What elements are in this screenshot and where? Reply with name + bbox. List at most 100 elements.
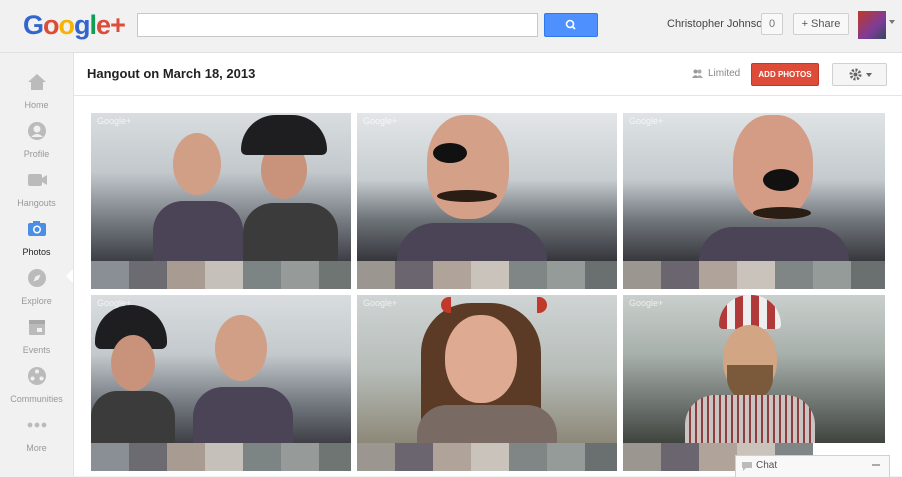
events-icon [28,320,45,335]
thumbnail[interactable] [319,261,351,289]
thumbnail[interactable] [699,443,737,471]
photo-tile[interactable]: Google+ [357,295,617,443]
sidebar-item-explore[interactable]: Explore [0,259,73,307]
sidebar-item-photos[interactable]: Photos [0,210,73,258]
thumbnail[interactable] [129,261,167,289]
hangouts-icon [27,174,47,186]
thumbnail[interactable] [471,443,509,471]
thumbnail[interactable] [205,261,243,289]
thumbnail[interactable] [433,261,471,289]
person-face [215,315,267,381]
thumbnail[interactable] [319,443,351,471]
person-body [397,223,547,261]
person-face [445,315,517,403]
sidebar-item-more[interactable]: More [0,406,73,454]
thumbnail[interactable] [357,261,395,289]
sidebar-item-profile[interactable]: Profile [0,112,73,160]
sidebar-item-events[interactable]: Events [0,308,73,356]
sidebar-item-home[interactable]: Home [0,63,73,111]
thumbnail[interactable] [205,443,243,471]
thumbnail[interactable] [509,261,547,289]
sidebar-item-label: Hangouts [17,198,56,208]
thumbnail[interactable] [547,261,585,289]
watermark: Google+ [363,298,398,308]
search-button[interactable] [544,13,598,37]
profile-icon [27,122,46,140]
settings-button[interactable] [832,63,887,86]
thumbnail[interactable] [243,261,281,289]
thumbnail[interactable] [661,261,699,289]
search-input[interactable] [137,13,538,37]
photo-tile[interactable]: Google+ [357,113,617,261]
thumbnail[interactable] [775,261,813,289]
share-button[interactable]: + Share [793,13,849,35]
photo-tile[interactable]: Google+ [623,113,885,261]
top-bar: Google+ Christopher Johnson 0 + Share [0,0,902,53]
mustache [437,190,497,202]
minimize-icon[interactable] [872,464,880,466]
thumbnail[interactable] [281,261,319,289]
album-header: Hangout on March 18, 2013 Limited ADD PH… [74,53,902,96]
chevron-down-icon [866,73,872,77]
thumbnail[interactable] [585,261,617,289]
watermark: Google+ [363,116,398,126]
account-dropdown-icon[interactable] [889,20,895,24]
user-name[interactable]: Christopher Johnson [667,18,769,30]
chat-bar[interactable]: Chat [735,455,890,477]
thumbnail[interactable] [813,261,851,289]
person-body [685,395,815,443]
thumbnail-strip [91,261,351,289]
avatar[interactable] [858,11,886,39]
photo-tile[interactable]: Google+ [91,295,351,443]
add-photos-button[interactable]: ADD PHOTOS [751,63,819,86]
communities-icon [27,367,46,385]
thumbnail[interactable] [91,443,129,471]
sidebar-item-label: Communities [10,394,63,404]
person-body [91,391,175,443]
thumbnail[interactable] [471,261,509,289]
watermark: Google+ [97,116,132,126]
thumbnail[interactable] [357,443,395,471]
thumbnail[interactable] [623,261,661,289]
thumbnail[interactable] [129,443,167,471]
person-body [243,203,338,261]
thumbnail[interactable] [661,443,699,471]
thumbnail[interactable] [243,443,281,471]
notification-count[interactable]: 0 [761,13,783,35]
sidebar-item-label: Events [22,345,51,355]
google-plus-logo[interactable]: Google+ [23,10,126,41]
person-face [733,115,813,219]
thumbnail[interactable] [395,443,433,471]
person-body [417,405,557,443]
photo-tile[interactable]: Google+ [91,113,351,261]
thumbnail[interactable] [547,443,585,471]
thumbnail[interactable] [167,261,205,289]
photo-tile[interactable]: Google+ [623,295,885,443]
sidebar-item-hangouts[interactable]: Hangouts [0,161,73,209]
chat-label: Chat [756,460,778,471]
person-face [111,335,155,391]
page-title: Hangout on March 18, 2013 [87,66,256,81]
photos-icon [27,221,46,236]
mustache [753,207,811,219]
person-body [699,227,849,261]
thumbnail[interactable] [737,261,775,289]
person-face [173,133,221,195]
search-icon [565,19,576,30]
thumbnail[interactable] [281,443,319,471]
thumbnail[interactable] [623,443,661,471]
thumbnail[interactable] [433,443,471,471]
thumbnail[interactable] [699,261,737,289]
thumbnail-strip [357,443,617,471]
thumbnail[interactable] [509,443,547,471]
thumbnail[interactable] [585,443,617,471]
explore-icon [27,269,46,287]
thumbnail[interactable] [167,443,205,471]
sidebar-item-label: Home [24,100,49,110]
thumbnail[interactable] [91,261,129,289]
sidebar-item-communities[interactable]: Communities [0,357,73,405]
thumbnail[interactable] [395,261,433,289]
person-body [153,201,243,261]
thumbnail[interactable] [851,261,885,289]
visibility-label[interactable]: Limited [708,68,740,79]
